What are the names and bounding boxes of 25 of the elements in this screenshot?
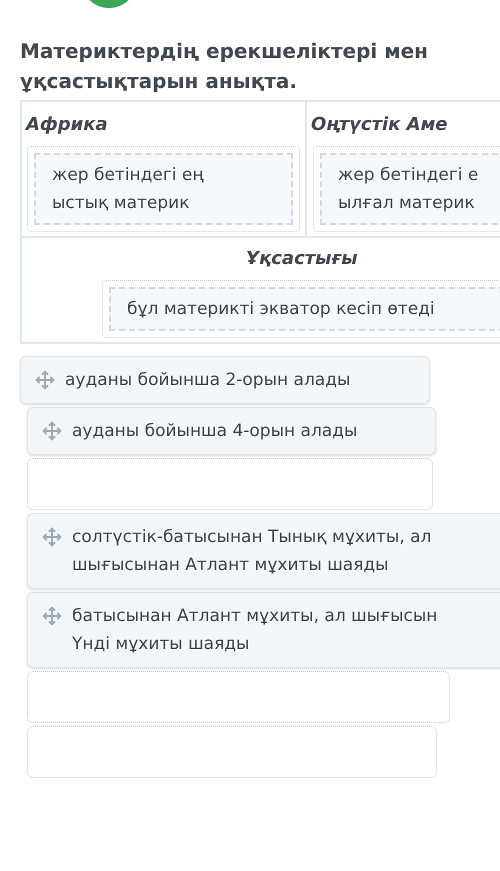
move-icon <box>42 606 62 626</box>
move-icon <box>42 527 62 547</box>
drag-card[interactable]: ауданы бойынша 4-орын алады <box>27 407 436 455</box>
answer-text: жер бетіндегі е ылғал материк <box>338 164 480 215</box>
drag-card[interactable]: солтүстік-батысынан Тынық мұхиты, ал шығысынан Атлант мұхиты шаяды <box>27 513 500 589</box>
empty-slot[interactable] <box>27 726 437 778</box>
card-text: ауданы бойынша 2-орын алады <box>65 369 350 392</box>
empty-slot[interactable] <box>27 671 450 723</box>
card-text: батысынан Атлант мұхиты, ал шығысын Үнді мұхиты шаяды <box>72 605 438 656</box>
answer-card[interactable]: жер бетіндегі е ылғал материк <box>320 153 500 225</box>
drag-card[interactable]: батысынан Атлант мұхиты, ал шығысын Үнді мұхиты шаяды <box>27 592 500 668</box>
move-icon <box>42 421 62 441</box>
move-icon <box>35 370 55 390</box>
row-heading: Ұқсастығы <box>246 247 358 271</box>
answer-text: бұл материкті экватор кесіп өтеді <box>127 298 436 321</box>
answer-text: жер бетіндегі ең ыстық материк <box>52 164 205 215</box>
question-title: Материктердің ерекшеліктері мен ұқсастықтарын анықта. <box>20 38 429 95</box>
empty-slot[interactable] <box>27 458 433 510</box>
column-heading: Африка <box>26 113 108 137</box>
card-text: солтүстік-батысынан Тынық мұхиты, ал шығысынан Атлант мұхиты шаяды <box>72 526 432 577</box>
answer-card[interactable]: бұл материкті экватор кесіп өтеді <box>109 287 500 331</box>
drag-card[interactable]: ауданы бойынша 2-орын алады <box>20 356 430 404</box>
card-text: ауданы бойынша 4-орын алады <box>72 420 358 443</box>
column-heading: Оңтүстік Аме <box>311 113 448 137</box>
answer-card[interactable]: жер бетіндегі ең ыстық материк <box>34 153 293 225</box>
